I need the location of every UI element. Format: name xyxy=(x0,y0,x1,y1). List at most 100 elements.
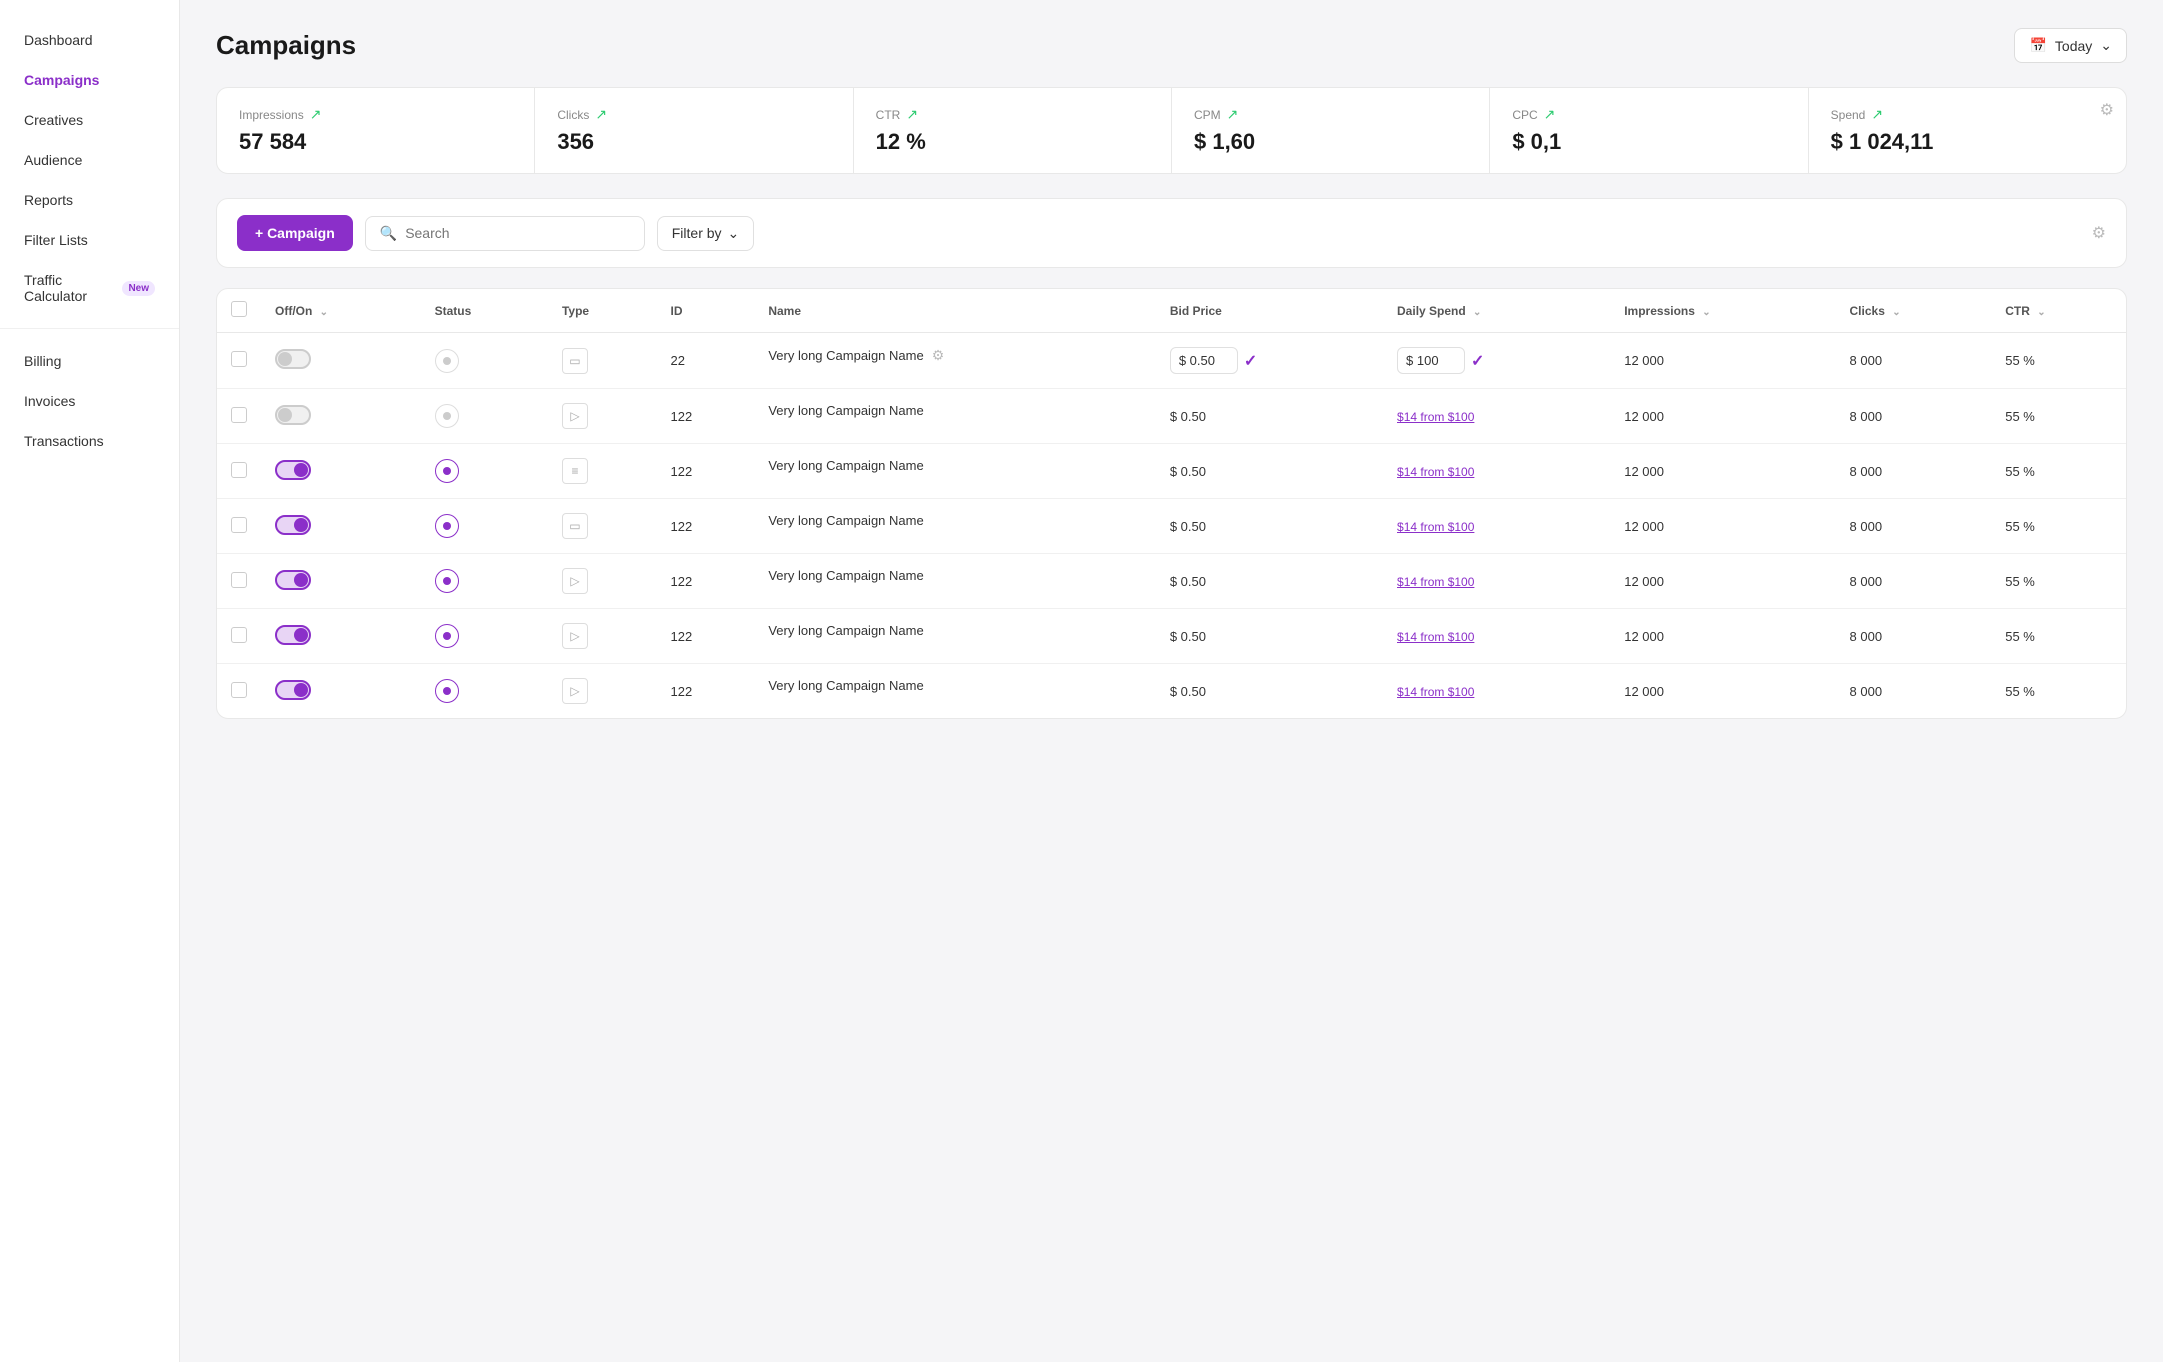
status-indicator[interactable] xyxy=(435,679,459,703)
col-status: Status xyxy=(421,289,548,333)
sidebar-item-audience[interactable]: Audience xyxy=(0,140,179,180)
add-campaign-button[interactable]: + Campaign xyxy=(237,215,353,251)
trend-icon-impressions: ↗ xyxy=(310,106,322,123)
creatives-label: Creatives xyxy=(24,112,83,128)
col-offon[interactable]: Off/On ⌄ xyxy=(261,289,421,333)
toggle-switch[interactable] xyxy=(275,680,311,700)
daily-spend-value[interactable]: $14 from $100 xyxy=(1397,465,1474,479)
sidebar-item-campaigns[interactable]: Campaigns xyxy=(0,60,179,100)
status-dot xyxy=(443,577,451,585)
row-gear-icon[interactable]: ⚙ xyxy=(932,347,945,364)
toggle-thumb xyxy=(278,408,292,422)
row-bid-price-cell: $ 0.50 xyxy=(1156,499,1383,554)
ctr-value: 55 % xyxy=(2005,409,2035,424)
stat-label-cpm: CPM ↗ xyxy=(1194,106,1467,123)
sort-impressions-icon: ⌄ xyxy=(1702,307,1710,318)
toggle-switch[interactable] xyxy=(275,515,311,535)
status-indicator[interactable] xyxy=(435,514,459,538)
ctr-value: 55 % xyxy=(2005,464,2035,479)
status-indicator[interactable] xyxy=(435,404,459,428)
stats-row: Impressions ↗ 57 584 Clicks ↗ 356 CTR ↗ … xyxy=(216,87,2127,174)
row-daily-spend-cell: $14 from $100 xyxy=(1383,444,1610,499)
row-ctr-cell: 55 % xyxy=(1991,499,2126,554)
impressions-value: 12 000 xyxy=(1624,629,1664,644)
status-indicator[interactable] xyxy=(435,349,459,373)
toolbar-settings-icon[interactable]: ⚙ xyxy=(2092,223,2106,243)
date-picker-button[interactable]: 📅 Today ⌄ xyxy=(2014,28,2127,63)
row-checkbox[interactable] xyxy=(231,572,247,588)
row-checkbox[interactable] xyxy=(231,627,247,643)
sidebar-item-transactions[interactable]: Transactions xyxy=(0,421,179,461)
daily-spend-value[interactable]: $14 from $100 xyxy=(1397,685,1474,699)
daily-spend-confirm-icon[interactable]: ✓ xyxy=(1471,351,1484,371)
bid-price-confirm-icon[interactable]: ✓ xyxy=(1244,351,1257,371)
row-checkbox[interactable] xyxy=(231,682,247,698)
toggle-switch[interactable] xyxy=(275,570,311,590)
filter-button[interactable]: Filter by ⌄ xyxy=(657,216,755,251)
sidebar-item-creatives[interactable]: Creatives xyxy=(0,100,179,140)
clicks-value: 8 000 xyxy=(1850,519,1883,534)
ctr-value: 55 % xyxy=(2005,574,2035,589)
toolbar: + Campaign 🔍 Filter by ⌄ ⚙ xyxy=(216,198,2127,268)
toggle-switch[interactable] xyxy=(275,405,311,425)
impressions-value: 12 000 xyxy=(1624,409,1664,424)
row-status-cell xyxy=(421,554,548,609)
row-daily-spend-cell: $14 from $100 xyxy=(1383,609,1610,664)
row-checkbox[interactable] xyxy=(231,517,247,533)
stat-label-clicks: Clicks ↗ xyxy=(557,106,830,123)
sidebar-item-filter-lists[interactable]: Filter Lists xyxy=(0,220,179,260)
sidebar-item-reports[interactable]: Reports xyxy=(0,180,179,220)
row-ctr-cell: 55 % xyxy=(1991,333,2126,389)
dashboard-label: Dashboard xyxy=(24,32,93,48)
stat-value-clicks: 356 xyxy=(557,129,830,155)
daily-spend-input[interactable] xyxy=(1397,347,1465,374)
select-all-checkbox[interactable] xyxy=(231,301,247,317)
sidebar-item-traffic-calculator[interactable]: Traffic Calculator New xyxy=(0,260,179,316)
row-ctr-cell: 55 % xyxy=(1991,444,2126,499)
sidebar-item-dashboard[interactable]: Dashboard xyxy=(0,20,179,60)
status-indicator[interactable] xyxy=(435,624,459,648)
row-checkbox-cell xyxy=(217,499,261,554)
col-daily-spend[interactable]: Daily Spend ⌄ xyxy=(1383,289,1610,333)
bid-price-input[interactable] xyxy=(1170,347,1238,374)
campaign-id: 22 xyxy=(670,353,684,368)
status-indicator[interactable] xyxy=(435,459,459,483)
row-name-cell: Very long Campaign Name xyxy=(754,609,1155,652)
status-indicator[interactable] xyxy=(435,569,459,593)
row-checkbox-cell xyxy=(217,554,261,609)
row-checkbox[interactable] xyxy=(231,351,247,367)
row-clicks-cell: 8 000 xyxy=(1836,609,1992,664)
toggle-thumb xyxy=(278,352,292,366)
row-impressions-cell: 12 000 xyxy=(1610,554,1835,609)
daily-spend-value[interactable]: $14 from $100 xyxy=(1397,410,1474,424)
col-ctr[interactable]: CTR ⌄ xyxy=(1991,289,2126,333)
row-checkbox[interactable] xyxy=(231,407,247,423)
row-impressions-cell: 12 000 xyxy=(1610,664,1835,719)
toggle-switch[interactable] xyxy=(275,625,311,645)
toggle-switch[interactable] xyxy=(275,349,311,369)
stat-label-cpc: CPC ↗ xyxy=(1512,106,1785,123)
daily-spend-edit-wrap: ✓ xyxy=(1397,347,1484,374)
row-name-cell: Very long Campaign Name ⚙ xyxy=(754,333,1155,378)
chevron-down-icon: ⌄ xyxy=(2100,37,2112,54)
search-input[interactable] xyxy=(405,225,630,241)
toggle-thumb xyxy=(294,573,308,587)
bid-price-value: $ 0.50 xyxy=(1170,519,1206,534)
daily-spend-value[interactable]: $14 from $100 xyxy=(1397,520,1474,534)
row-daily-spend-cell: ✓ xyxy=(1383,333,1610,389)
col-clicks[interactable]: Clicks ⌄ xyxy=(1836,289,1992,333)
sidebar-item-invoices[interactable]: Invoices xyxy=(0,381,179,421)
new-badge: New xyxy=(122,281,155,296)
campaign-name: Very long Campaign Name xyxy=(768,513,923,528)
campaign-id: 122 xyxy=(670,519,692,534)
billing-label: Billing xyxy=(24,353,61,369)
row-checkbox[interactable] xyxy=(231,462,247,478)
col-impressions[interactable]: Impressions ⌄ xyxy=(1610,289,1835,333)
sidebar-item-billing[interactable]: Billing xyxy=(0,341,179,381)
row-name-cell: Very long Campaign Name xyxy=(754,554,1155,597)
daily-spend-value[interactable]: $14 from $100 xyxy=(1397,575,1474,589)
daily-spend-value[interactable]: $14 from $100 xyxy=(1397,630,1474,644)
toggle-switch[interactable] xyxy=(275,460,311,480)
campaign-name: Very long Campaign Name xyxy=(768,458,923,473)
stats-settings-icon[interactable]: ⚙ xyxy=(2100,100,2114,120)
